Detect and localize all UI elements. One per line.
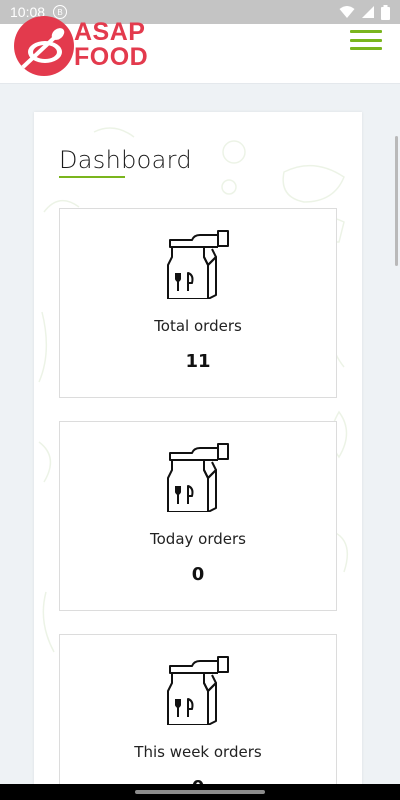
hamburger-menu-icon[interactable] [350,28,382,52]
dashboard-card: Dashboard Total orders 11 Today orders 0… [34,112,362,800]
stat-value: 0 [191,564,205,585]
menu-bar [350,38,382,42]
stat-label: Today orders [150,530,246,548]
food-bag-icon [167,656,229,725]
stat-card-total-orders[interactable]: Total orders 11 [59,208,337,398]
food-bag-icon [167,443,229,512]
battery-icon [381,4,390,20]
stat-label: This week orders [134,743,262,761]
page-scrollbar[interactable] [395,136,398,266]
logo-text: ASAP FOOD [74,20,148,70]
stat-card-today-orders[interactable]: Today orders 0 [59,421,337,611]
home-gesture-handle[interactable] [135,790,265,794]
navigation-bar [0,784,400,800]
app-header: ASAP FOOD [0,16,400,84]
food-bag-icon [167,230,229,299]
asap-food-logo[interactable]: ASAP FOOD [14,16,148,76]
stat-label: Total orders [154,317,242,335]
logo-line-1: ASAP [74,18,146,46]
menu-bar [350,30,382,33]
logo-emblem-icon [14,16,74,76]
title-underline [59,176,125,178]
stat-card-week-orders[interactable]: This week orders 0 [59,634,337,800]
status-indicators [339,4,390,20]
wifi-icon [339,6,355,18]
menu-bar [350,47,382,50]
logo-line-2: FOOD [74,43,149,71]
stat-value: 11 [185,351,211,372]
signal-icon [362,6,374,18]
page-title: Dashboard [59,146,192,174]
